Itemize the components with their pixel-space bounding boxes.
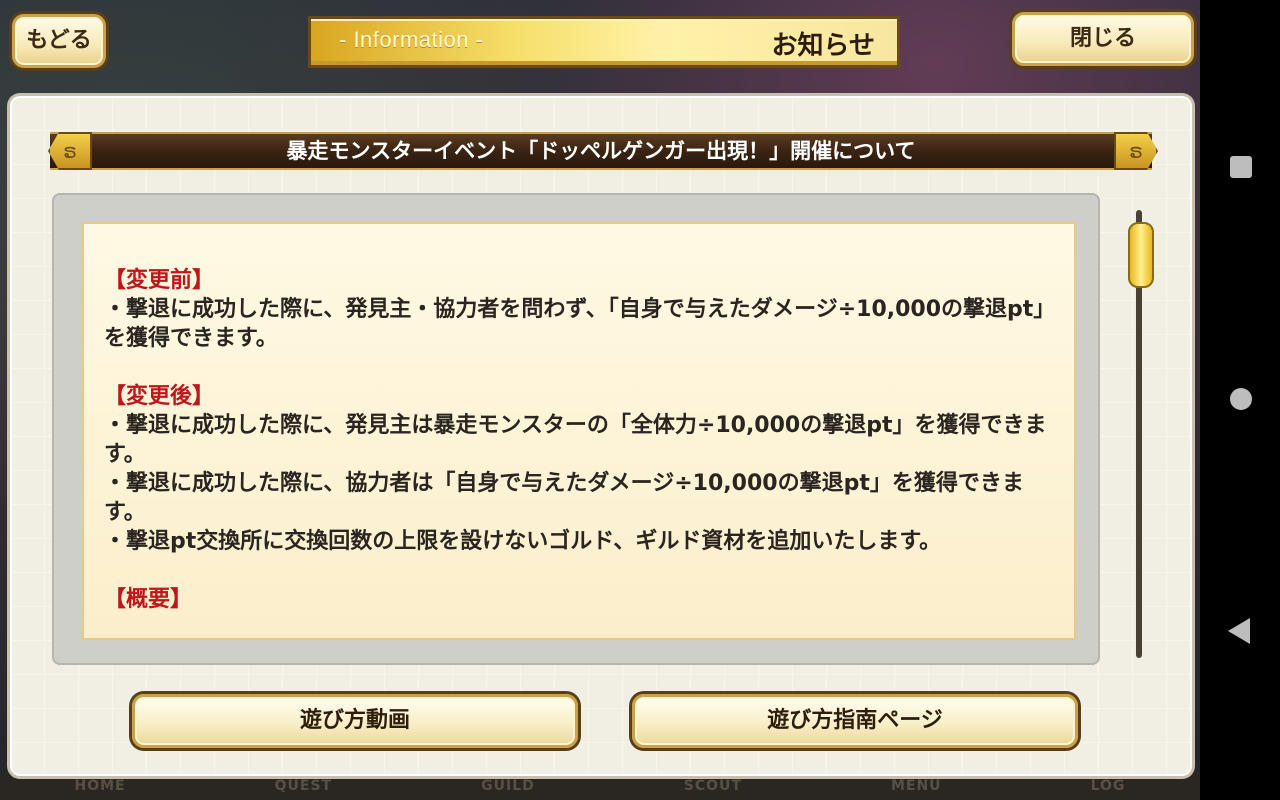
square-icon[interactable] xyxy=(1230,156,1252,178)
tab-home[interactable]: HOME xyxy=(75,778,126,794)
how-to-play-guide-button[interactable]: 遊び方指南ページ xyxy=(632,694,1078,748)
how-to-play-video-button[interactable]: 遊び方動画 xyxy=(132,694,578,748)
section-paragraph: ・撃退pt交換所に交換回数の上限を設けないゴルド、ギルド資材を追加いたします。 xyxy=(104,529,942,554)
section-paragraph: ・撃退に成功した際に、協力者は「自身で与えたダメージ÷10,000の撃退pt」を… xyxy=(104,471,1024,525)
page-title: お知らせ xyxy=(771,31,875,61)
section-heading: 【変更前】 xyxy=(104,268,215,293)
tab-scout[interactable]: SCOUT xyxy=(684,778,742,794)
title-bar: - Information - お知らせ xyxy=(308,16,900,68)
back-button[interactable]: もどる xyxy=(12,14,106,68)
tab-quest[interactable]: QUEST xyxy=(275,778,332,794)
content-scroll-area[interactable]: 【変更前】 ・撃退に成功した際に、発見主・協力者を問わず、「自身で与えたダメージ… xyxy=(82,222,1076,640)
bottom-tab-bar: HOME QUEST GUILD SCOUT MENU LOG xyxy=(0,772,1200,800)
announcement-body: 【変更前】 ・撃退に成功した際に、発見主・協力者を問わず、「自身で与えたダメージ… xyxy=(104,266,1054,614)
tab-log[interactable]: LOG xyxy=(1091,778,1126,794)
title-english: - Information - xyxy=(339,27,484,52)
tab-menu[interactable]: MENU xyxy=(891,778,942,794)
section-heading: 【変更後】 xyxy=(104,384,215,409)
section-paragraph: ・撃退に成功した際に、発見主は暴走モンスターの「全体力÷10,000の撃退pt」… xyxy=(104,413,1047,467)
section-paragraph: ・撃退に成功した際に、発見主・協力者を問わず、「自身で与えたダメージ÷10,00… xyxy=(104,297,1045,351)
close-button[interactable]: 閉じる xyxy=(1012,12,1194,66)
content-fade xyxy=(84,608,1074,638)
scrollbar-thumb[interactable] xyxy=(1128,222,1154,288)
announcement-title: 暴走モンスターイベント「ドッペルゲンガー出現！」開催について xyxy=(50,132,1152,170)
tab-guild[interactable]: GUILD xyxy=(481,778,535,794)
triangle-back-icon[interactable] xyxy=(1228,618,1250,644)
circle-icon[interactable] xyxy=(1230,388,1252,410)
